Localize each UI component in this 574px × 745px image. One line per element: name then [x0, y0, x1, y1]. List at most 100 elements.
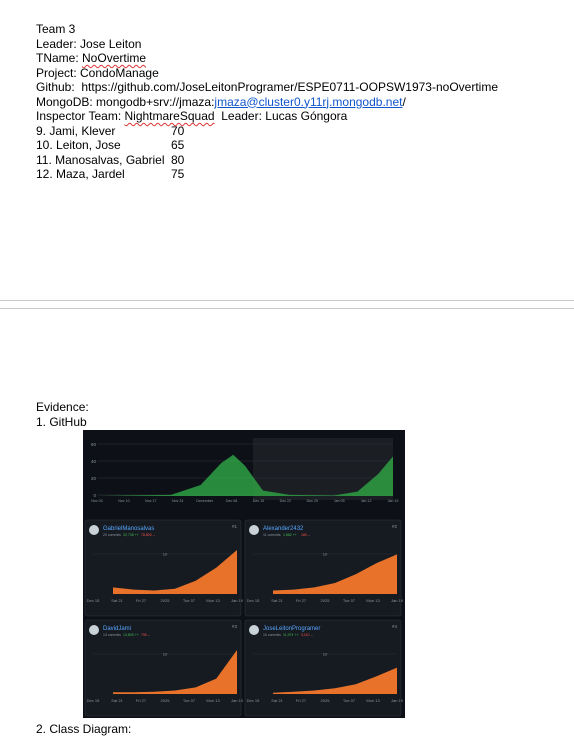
x-tick-label: Dec 08 [226, 499, 237, 503]
team-label: Team 3 [36, 22, 76, 36]
x-tick-label: December [196, 499, 213, 503]
contributor-card: Alexander2432 #2 11 commits 1,882 ++ 180 -- 1… [244, 519, 404, 617]
avatar [249, 625, 259, 635]
member-name: 9. Jami, Klever [36, 123, 116, 138]
x-tick-label: Dec 15 [247, 698, 260, 703]
contributor-rank: #2 [392, 524, 398, 529]
inspector-leader: Leader: Lucas Góngora [214, 109, 348, 123]
member-name: 10. Leiton, Jose [36, 138, 121, 152]
contributor-card: JoseLeitonProgramer #4 10 commits 11,974 ++… [244, 619, 404, 717]
page-break-top [0, 300, 574, 301]
member-score: 65 [171, 138, 185, 152]
x-tick-label: Dec 29 [307, 499, 318, 503]
github-contributors-screenshot: 60 40 20 0 Nov 03 Nov 10 Nov 17 Nov 24 December D… [83, 430, 405, 718]
y-tick-label: 10 [163, 652, 168, 657]
contributor-rank: #4 [392, 624, 398, 629]
member-name: 11. Manosalvas, Gabriel [36, 152, 165, 167]
x-tick-label: Dec 15 [253, 499, 264, 503]
x-tick-label: Mon 13 [366, 698, 380, 703]
x-tick-label: Jan 19 [231, 698, 244, 703]
x-tick-label: Fri 27 [296, 698, 307, 703]
contributor-name: GabrielManosalvas [103, 526, 154, 532]
x-tick-label: Tue 07 [343, 698, 356, 703]
y-tick-label: 10 [163, 552, 168, 557]
additions: 32,738 ++ [123, 533, 139, 537]
page-break-bottom [0, 308, 574, 309]
x-tick-label: Mon 13 [206, 598, 220, 603]
evidence-heading: Evidence: [36, 400, 89, 414]
inspector-line: Inspector Team: NightmareSquad Leader: L… [36, 109, 347, 123]
x-tick-label: Sat 21 [271, 698, 283, 703]
contributor-card: GabrielManosalvas #1 20 commits 32,738 ++ 78… [84, 519, 244, 617]
deletions: 78,800 -- [141, 533, 156, 537]
x-tick-label: Sat 21 [271, 598, 283, 603]
x-tick-label: Fri 27 [136, 598, 147, 603]
x-tick-label: Sat 21 [111, 698, 123, 703]
tname-prefix: TName: [36, 51, 83, 65]
y-tick-label: 0 [93, 493, 96, 498]
github-heading: 1. GitHub [36, 414, 87, 429]
tname-line: TName: NoOvertime [36, 51, 146, 65]
y-tick-label: 40 [91, 459, 97, 464]
y-tick-label: 10 [323, 652, 328, 657]
x-tick-label: Dec 15 [247, 598, 260, 603]
deletions: 180 -- [301, 533, 311, 537]
contributor-name: Alexander2432 [263, 526, 304, 532]
contributor-name: JoseLeitonProgramer [263, 626, 320, 632]
x-tick-label: Jan 12 [361, 499, 372, 503]
x-tick-label: Jan 19 [391, 598, 404, 603]
contributor-name: DavidJami [103, 626, 131, 632]
additions: 13,805 ++ [123, 633, 139, 637]
additions: 11,974 ++ [283, 633, 299, 637]
x-tick-label: Fri 27 [136, 698, 147, 703]
mongodb-link[interactable]: jmaza@cluster0.y11rj.mongodb.net [214, 95, 402, 109]
x-tick-label: Tue 07 [343, 598, 356, 603]
y-tick-label: 60 [91, 442, 97, 447]
y-tick-label: 20 [91, 476, 97, 481]
x-tick-label: Sat 21 [111, 598, 123, 603]
commit-count: 11 commits [263, 533, 281, 537]
member-score: 80 [171, 152, 185, 167]
x-tick-label: Jan 19 [231, 598, 244, 603]
mongodb-line: MongoDB: mongodb+srv://jmaza:jmaza@clust… [36, 95, 406, 109]
x-tick-label: Nov 24 [172, 499, 183, 503]
x-tick-label: Dec 15 [87, 698, 100, 703]
leader-line: Leader: Jose Leiton [36, 36, 142, 51]
x-tick-label: Nov 17 [145, 499, 156, 503]
x-tick-label: 2025 [161, 598, 171, 603]
project-line: Project: CondoManage [36, 65, 159, 80]
commit-count: 13 commits [103, 633, 121, 637]
contributor-card: DavidJami #3 13 commits 13,805 ++ 790 -- 10 De… [84, 619, 244, 717]
tname-value: NoOvertime [82, 51, 147, 65]
class-diagram-heading: 2. Class Diagram: [36, 722, 132, 736]
contributor-rank: #3 [232, 624, 238, 629]
x-tick-label: Dec 15 [87, 598, 100, 603]
avatar [249, 525, 259, 535]
x-tick-label: Dec 22 [280, 499, 291, 503]
inspector-prefix: Inspector Team: [36, 109, 125, 123]
additions: 1,882 ++ [283, 533, 297, 537]
x-tick-label: Nov 10 [118, 499, 129, 503]
x-tick-label: Tue 07 [183, 698, 196, 703]
x-tick-label: Jan 19 [388, 499, 399, 503]
github-line: Github: https://github.com/JoseLeitonPro… [36, 80, 498, 94]
x-tick-label: Fri 27 [296, 598, 307, 603]
contributor-rank: #1 [232, 524, 238, 529]
avatar [89, 525, 99, 535]
deletions: 790 -- [141, 633, 151, 637]
member-score: 75 [171, 167, 185, 181]
x-tick-label: Nov 03 [91, 499, 102, 503]
contributors-graph: 60 40 20 0Nov 03 Nov 10 Nov 17 Nov 24 December D… [84, 438, 404, 717]
member-name: 12. Maza, Jardel [36, 167, 125, 181]
mongodb-suffix: / [402, 94, 406, 109]
y-tick-label: 10 [323, 552, 328, 557]
x-tick-label: 2025 [321, 698, 331, 703]
avatar [89, 625, 99, 635]
x-tick-label: Mon 13 [206, 698, 220, 703]
mongodb-prefix: MongoDB: mongodb+srv://jmaza: [36, 94, 215, 109]
x-tick-label: Mon 13 [366, 598, 380, 603]
x-tick-label: 2025 [161, 698, 171, 703]
x-tick-label: Jan 19 [391, 698, 404, 703]
member-score: 70 [171, 123, 185, 138]
x-tick-label: Jan 05 [334, 499, 345, 503]
